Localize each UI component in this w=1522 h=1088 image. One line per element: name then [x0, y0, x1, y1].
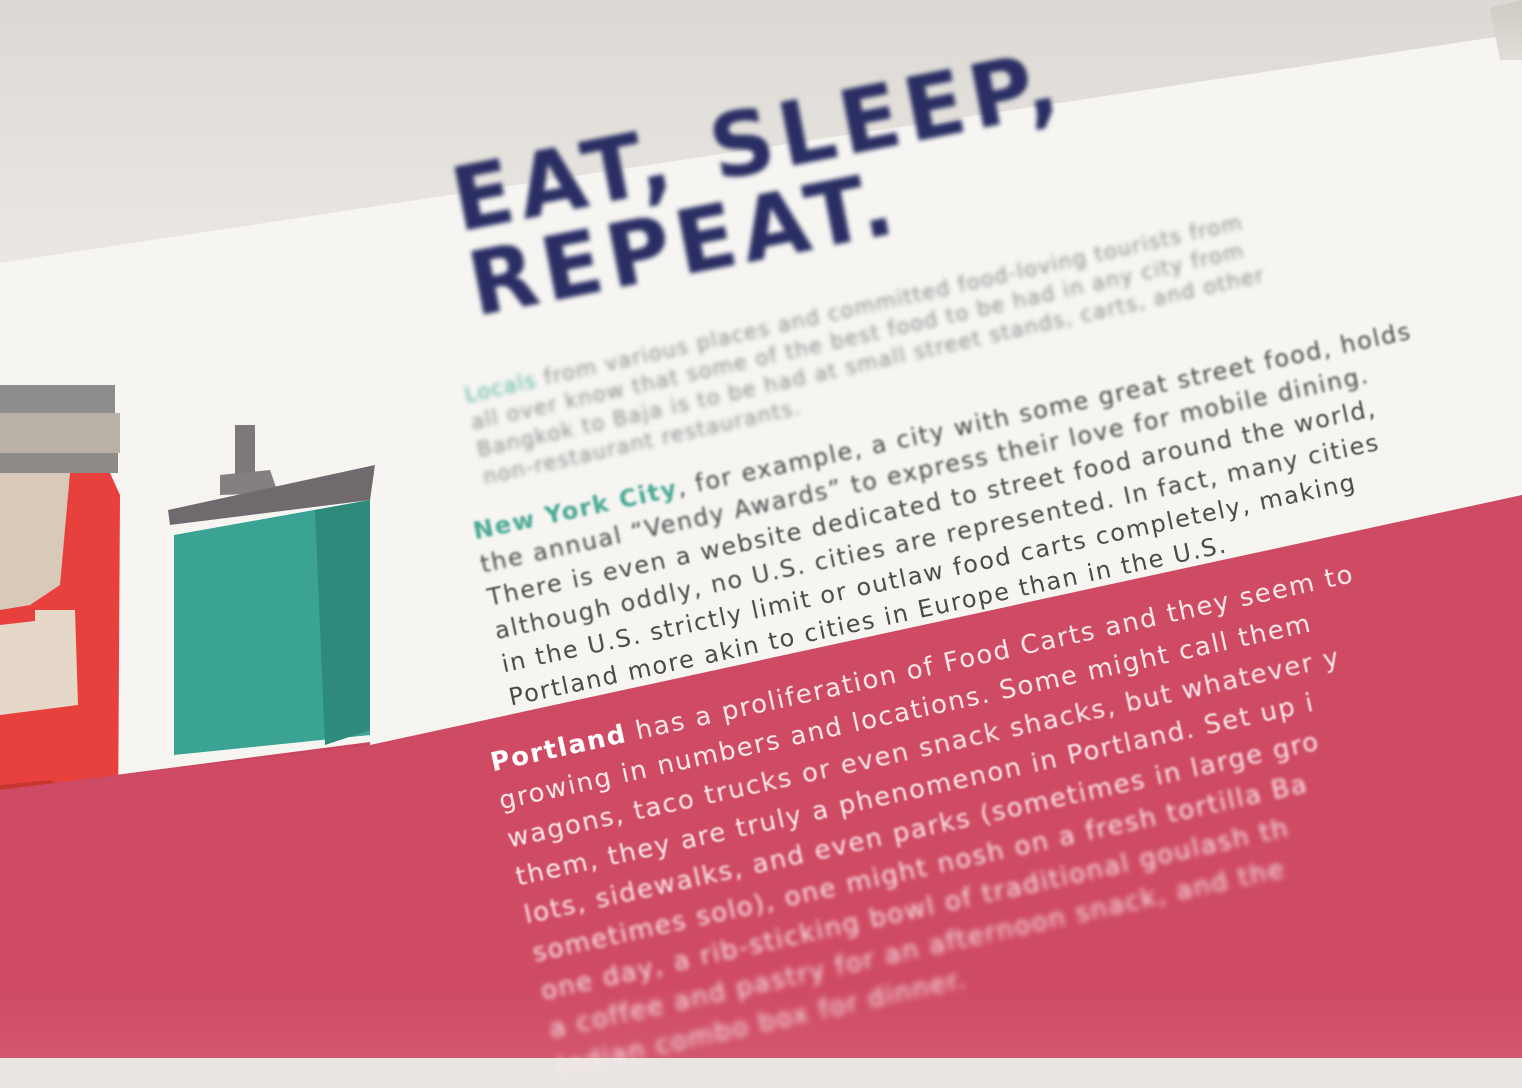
brochure-page: EAT, SLEEP, REPEAT. Locals from various … [0, 0, 1522, 1083]
text-area: EAT, SLEEP, REPEAT. Locals from various … [0, 0, 1522, 1083]
